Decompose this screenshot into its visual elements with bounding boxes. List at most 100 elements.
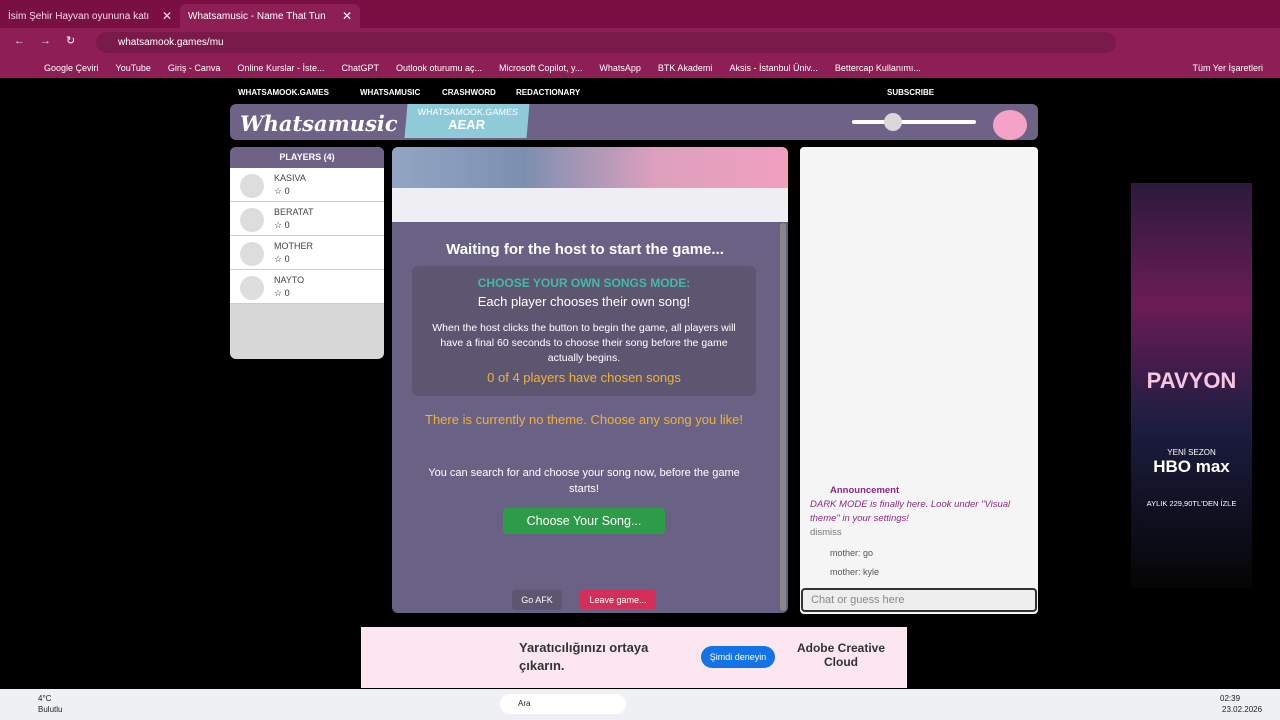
chat-message: mother: kyle bbox=[830, 567, 880, 577]
menu-icon[interactable] bbox=[993, 110, 1027, 140]
bottom-advertisement[interactable]: Yaratıcılığınızı ortaya çıkarın. Şimdi d… bbox=[361, 627, 907, 688]
header-gradient bbox=[392, 147, 788, 188]
clock-date: 23.02.2026 bbox=[1222, 705, 1263, 714]
site-nav: WHATSAMOOK.GAMES WHATSAMUSIC CRASHWORD R… bbox=[230, 88, 1038, 100]
chat-input[interactable]: Chat or guess here bbox=[801, 588, 1037, 612]
bookmark[interactable]: Microsoft Copilot, y... bbox=[499, 63, 582, 73]
bookmark[interactable]: WhatsApp bbox=[599, 63, 641, 73]
ad-brand: HBO max bbox=[1153, 457, 1230, 476]
bookmark-all[interactable]: Tüm Yer İşaretleri bbox=[1192, 63, 1263, 73]
player-row: MOTHER ☆ 0 bbox=[230, 236, 384, 270]
star-icon: ☆ bbox=[274, 186, 283, 196]
close-icon[interactable]: ✕ bbox=[162, 9, 172, 23]
ad-text: Yaratıcılığınızı ortaya çıkarın. bbox=[519, 640, 649, 673]
mode-subtitle: Each player chooses their own song! bbox=[477, 294, 691, 309]
chosen-count: 0 of 4 players have chosen songs bbox=[487, 370, 681, 385]
announcement-title: Announcement bbox=[830, 485, 900, 496]
tab-isim-sehir[interactable]: İsim Şehir Hayvan oyununa katı ✕ bbox=[0, 4, 180, 28]
dismiss-link[interactable]: dismiss bbox=[810, 526, 1030, 540]
player-name: NAYTO bbox=[274, 275, 305, 285]
scrollbar[interactable] bbox=[780, 223, 786, 611]
ad-brand: Adobe Creative Cloud bbox=[796, 641, 886, 669]
bookmark[interactable]: Bettercap Kullanımı... bbox=[835, 63, 921, 73]
tab-label: Whatsamusic - Name That Tun bbox=[188, 10, 326, 22]
weather-sub: Bulutlu bbox=[38, 705, 63, 714]
taskbar: 4°C Bulutlu Ara 02:39 23.02.2026 bbox=[0, 689, 1280, 720]
theme-notice: There is currently no theme. Choose any … bbox=[425, 412, 743, 427]
avatar bbox=[240, 276, 264, 300]
nav-crash[interactable]: CRASHWORD bbox=[442, 88, 496, 97]
clock-time: 02:39 bbox=[1220, 694, 1241, 703]
player-row: KASIVA ☆ 0 bbox=[230, 168, 384, 202]
nav-home[interactable]: WHATSAMOOK.GAMES bbox=[238, 88, 329, 97]
weather-temp: 4°C bbox=[38, 694, 52, 703]
score-value: 0 bbox=[284, 220, 290, 230]
avatar bbox=[240, 174, 264, 198]
progress-strip bbox=[392, 188, 788, 222]
player-name: KASIVA bbox=[274, 173, 306, 183]
mode-box: CHOOSE YOUR OWN SONGS MODE: Each player … bbox=[412, 266, 756, 396]
bookmark[interactable]: BTK Akademi bbox=[658, 63, 713, 73]
volume-knob[interactable] bbox=[884, 113, 902, 131]
bookmark[interactable]: ChatGPT bbox=[341, 63, 379, 73]
search-note: You can search for and choose your song … bbox=[428, 467, 740, 495]
forward-icon[interactable]: → bbox=[40, 35, 51, 47]
bookmark[interactable]: Giriş - Canva bbox=[168, 63, 221, 73]
tab-label: İsim Şehir Hayvan oyununa katı bbox=[8, 10, 150, 22]
close-icon[interactable]: ✕ bbox=[342, 9, 352, 23]
chat-message: mother: go bbox=[830, 548, 874, 558]
score-value: 0 bbox=[284, 254, 290, 264]
ad-button[interactable]: Şimdi deneyin bbox=[701, 646, 775, 668]
avatar bbox=[240, 208, 264, 232]
room-code: AEAR bbox=[447, 117, 486, 132]
badge-top: WHATSAMOOK.GAMES bbox=[417, 107, 519, 117]
back-icon[interactable]: ← bbox=[14, 35, 25, 47]
players-title: PLAYERS (4) bbox=[230, 147, 384, 168]
tab-whatsamusic[interactable]: Whatsamusic - Name That Tun ✕ bbox=[180, 4, 360, 28]
players-panel: PLAYERS (4) KASIVA ☆ 0 BERATAT ☆ 0 MOTHER ☆… bbox=[230, 147, 384, 359]
player-row: BERATAT ☆ 0 bbox=[230, 202, 384, 236]
score-value: 0 bbox=[284, 288, 290, 298]
announcement: Announcement DARK MODE is finally here. … bbox=[810, 484, 1030, 540]
player-score: ☆ 0 bbox=[274, 220, 290, 231]
star-icon: ☆ bbox=[274, 254, 283, 264]
volume-slider[interactable] bbox=[852, 120, 976, 124]
nav-subscribe[interactable]: SUBSCRIBE bbox=[887, 88, 934, 97]
nav-redact[interactable]: REDACTIONARY bbox=[516, 88, 580, 97]
room-badge: WHATSAMOOK.GAMES AEAR bbox=[404, 104, 530, 138]
go-afk-button[interactable]: Go AFK bbox=[512, 590, 562, 610]
bookmark[interactable]: Online Kurslar - İste... bbox=[237, 63, 324, 73]
url-input[interactable]: whatsamook.games/mu bbox=[96, 32, 1116, 53]
chat-panel: Announcement DARK MODE is finally here. … bbox=[800, 147, 1038, 614]
nav-music[interactable]: WHATSAMUSIC bbox=[360, 88, 420, 97]
bookmark[interactable]: YouTube bbox=[116, 63, 151, 73]
score-value: 0 bbox=[284, 186, 290, 196]
star-icon: ☆ bbox=[274, 220, 283, 230]
right-advertisement[interactable]: PAVYON YENİ SEZON HBO max AYLIK 229,90TL… bbox=[1131, 183, 1252, 588]
ad-season: YENİ SEZON bbox=[1167, 448, 1216, 457]
reload-icon[interactable]: ↻ bbox=[66, 34, 75, 47]
player-name: BERATAT bbox=[274, 207, 314, 217]
bookmarks-bar: Google Çeviri YouTube Giriş - Canva Onli… bbox=[0, 57, 1280, 78]
ad-title: PAVYON bbox=[1146, 368, 1237, 393]
address-bar: ← → ↻ whatsamook.games/mu bbox=[0, 28, 1280, 57]
bookmark[interactable]: Aksis - İstanbul Üniv... bbox=[729, 63, 817, 73]
star-icon: ☆ bbox=[274, 288, 283, 298]
ad-price: AYLIK 229,90TL'DEN İZLE bbox=[1146, 499, 1237, 508]
bookmark[interactable]: Outlook oturumu aç... bbox=[396, 63, 482, 73]
announcement-text: DARK MODE is finally here. Look under "V… bbox=[810, 499, 1011, 524]
mode-body: When the host clicks the button to begin… bbox=[432, 322, 736, 364]
player-score: ☆ 0 bbox=[274, 288, 290, 299]
leave-game-button[interactable]: Leave game... bbox=[580, 590, 656, 610]
player-score: ☆ 0 bbox=[274, 186, 290, 197]
player-name: MOTHER bbox=[274, 241, 313, 251]
avatar bbox=[240, 242, 264, 266]
browser-tab-bar: İsim Şehir Hayvan oyununa katı ✕ Whatsamu… bbox=[0, 0, 1280, 28]
game-panel: Waiting for the host to start the game..… bbox=[392, 147, 788, 613]
choose-song-button[interactable]: Choose Your Song... bbox=[503, 508, 665, 534]
waiting-title: Waiting for the host to start the game..… bbox=[446, 241, 724, 258]
taskbar-search[interactable]: Ara bbox=[500, 694, 626, 714]
player-score: ☆ 0 bbox=[274, 254, 290, 265]
bookmark[interactable]: Google Çeviri bbox=[44, 63, 99, 73]
logo[interactable]: Whatsamusic bbox=[240, 111, 398, 136]
